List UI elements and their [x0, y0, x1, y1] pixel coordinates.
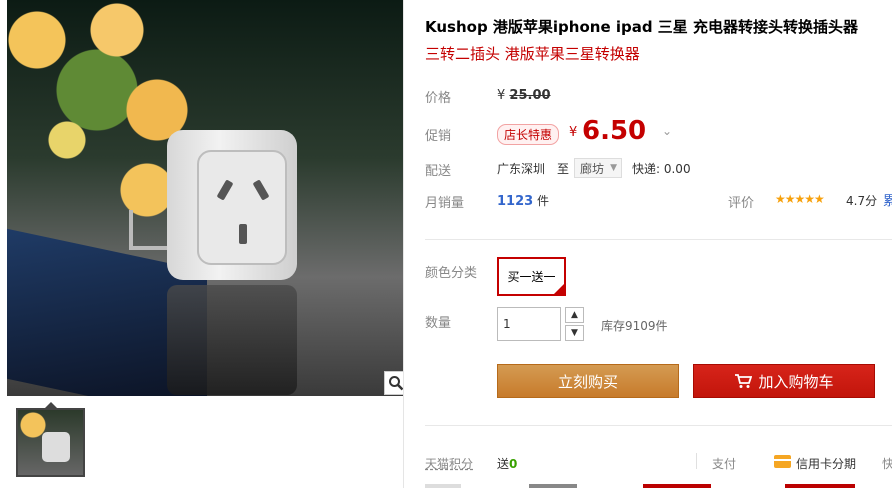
sku-option-selected[interactable]: 买一送一: [497, 257, 566, 296]
add-to-cart-label: 加入购物车: [758, 372, 834, 391]
thumbnail-plug: [42, 432, 70, 462]
product-gallery: [0, 0, 404, 488]
bottom-service-row: [425, 484, 892, 488]
service-badge: [529, 484, 577, 488]
promo-label: 促销: [425, 129, 452, 144]
plug-reflection: [167, 285, 297, 395]
payment-method[interactable]: 信用卡分期: [796, 455, 856, 472]
points-prefix: 送: [497, 457, 510, 471]
add-to-cart-button[interactable]: 加入购物车: [693, 364, 875, 398]
promo-currency: ¥: [569, 125, 578, 140]
shipping-label: 配送: [425, 164, 452, 179]
zoom-button[interactable]: [384, 371, 403, 395]
points-number: 0: [509, 457, 518, 471]
selected-check-icon: [553, 283, 565, 295]
ship-to-value: 廊坊: [580, 161, 605, 176]
vertical-divider: [696, 453, 697, 469]
sales-label: 月销量: [425, 196, 465, 211]
plug-prongs: [129, 210, 169, 250]
cart-icon: [735, 374, 753, 388]
points-label[interactable]: 天猫积分: [425, 455, 473, 472]
payment-more: 快: [882, 457, 892, 471]
quantity-label: 数量: [425, 316, 452, 331]
ship-from: 广东深圳: [497, 162, 546, 176]
currency-symbol: ¥: [497, 88, 506, 103]
sales-unit: 件: [537, 194, 550, 208]
rating-more-link[interactable]: 累: [883, 190, 892, 209]
quantity-increase-button[interactable]: ▲: [565, 307, 584, 323]
plug-adapter-image: [167, 130, 297, 280]
plug-face: [197, 150, 287, 265]
payment-label: 支付: [712, 457, 737, 471]
service-badge: [643, 484, 711, 488]
price-label: 价格: [425, 91, 452, 106]
plug-hole: [252, 179, 270, 201]
promo-price: 6.50: [582, 116, 647, 146]
rating-score: 4.7分: [846, 194, 878, 208]
service-badge: [785, 484, 855, 488]
star-rating-icon: ★★★★★: [775, 192, 825, 206]
quantity-input[interactable]: [497, 307, 561, 341]
caret-down-icon: ▼: [610, 163, 617, 173]
original-price: ¥ 25.00: [497, 88, 551, 103]
quantity-decrease-button[interactable]: ▼: [565, 325, 584, 341]
chevron-down-icon[interactable]: ⌄: [662, 124, 672, 138]
credit-card-icon: [774, 455, 791, 468]
express-fee: 快递: 0.00: [632, 162, 691, 176]
plug-hole: [239, 224, 247, 244]
product-subtitle: 三转二插头 港版苹果三星转换器: [425, 45, 640, 63]
product-page: Kushop 港版苹果iphone ipad 三星 充电器转接头转换插头器 三转…: [0, 0, 892, 488]
service-item: [425, 484, 461, 488]
ship-to-select[interactable]: 廊坊 ▼: [574, 158, 622, 178]
divider: [425, 239, 892, 240]
buy-now-button[interactable]: 立刻购买: [497, 364, 679, 398]
stock-count: 库存9109件: [601, 319, 668, 333]
original-price-value: 25.00: [509, 88, 551, 103]
sku-label: 颜色分类: [425, 266, 478, 281]
ship-to-label: 至: [557, 162, 570, 176]
main-product-image[interactable]: [7, 0, 403, 396]
plug-hole: [216, 179, 234, 201]
sku-option-label: 买一送一: [507, 270, 556, 284]
points-value: 送0: [497, 455, 517, 472]
sales-count: 1123: [497, 194, 534, 209]
thumbnail-1[interactable]: [16, 408, 85, 477]
magnifier-icon: [389, 376, 403, 391]
monthly-sales: 1123 件: [497, 192, 549, 209]
promo-badge: 店长特惠: [497, 124, 560, 145]
divider: [425, 425, 892, 426]
product-title: Kushop 港版苹果iphone ipad 三星 充电器转接头转换插头器: [425, 18, 859, 36]
rating-label: 评价: [728, 196, 755, 211]
